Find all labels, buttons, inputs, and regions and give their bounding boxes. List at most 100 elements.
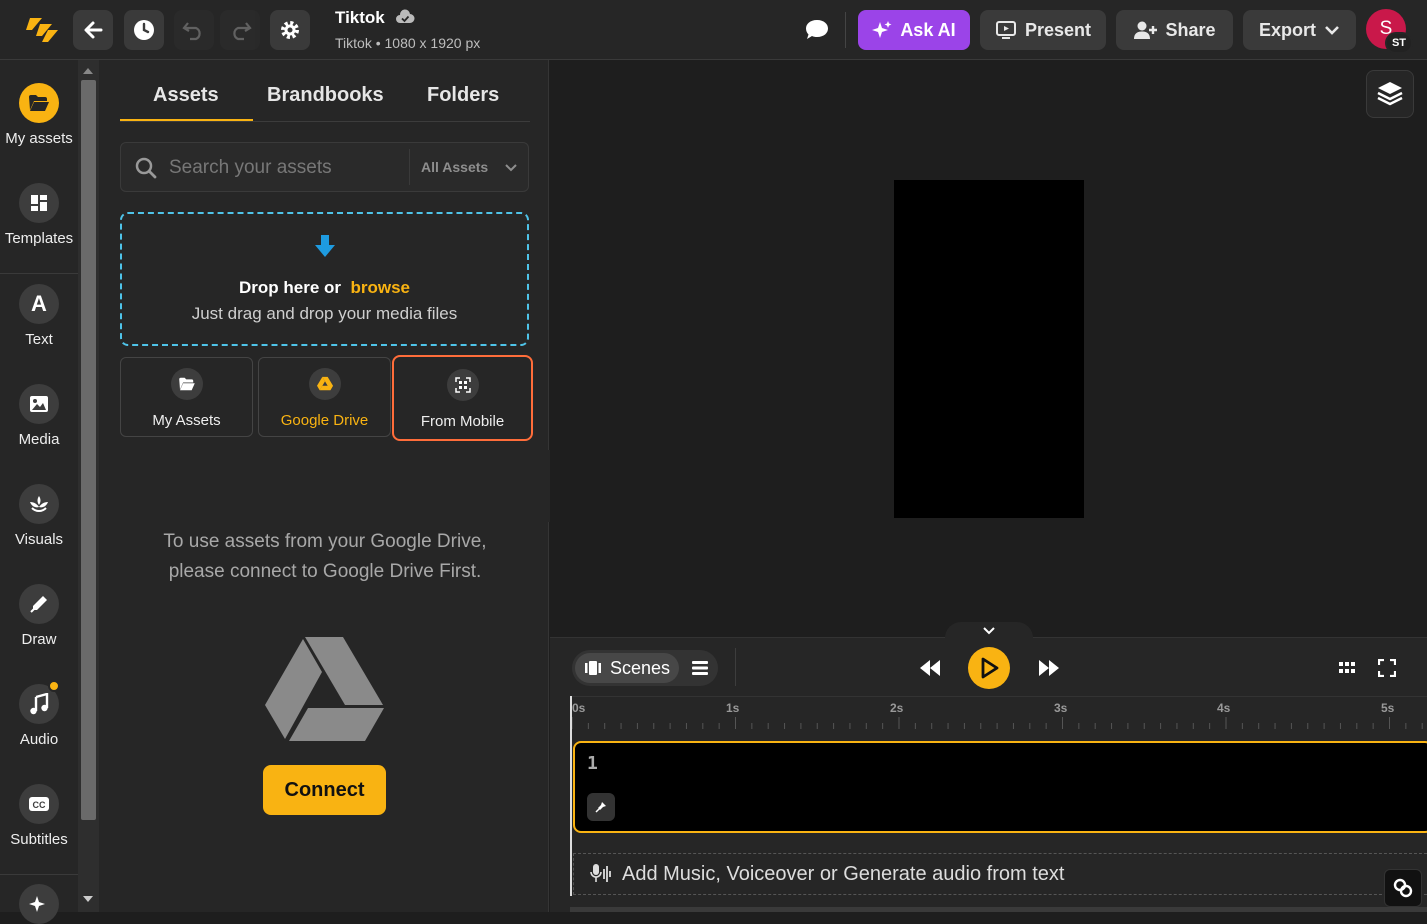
undo-icon	[182, 22, 201, 41]
share-button[interactable]: Share	[1116, 10, 1233, 50]
dropzone-title: Drop here or browse	[122, 278, 527, 298]
play-button[interactable]	[968, 647, 1010, 689]
app-logo-icon[interactable]	[22, 14, 62, 48]
voiceover-icon	[590, 864, 611, 882]
browse-link[interactable]: browse	[350, 278, 410, 297]
search-input[interactable]	[169, 155, 399, 181]
add-audio-row[interactable]: Add Music, Voiceover or Generate audio f…	[573, 853, 1427, 895]
google-drive-source-button[interactable]: Google Drive	[258, 357, 391, 437]
scroll-up-icon[interactable]	[83, 68, 93, 74]
ask-ai-button[interactable]: Ask AI	[858, 10, 970, 50]
scenes-button[interactable]: Scenes	[575, 653, 679, 683]
tab-brandbooks[interactable]: Brandbooks	[267, 84, 384, 107]
visuals-icon	[19, 484, 59, 524]
list-view-icon[interactable]	[691, 660, 709, 676]
rail-divider	[0, 273, 78, 274]
chevron-down-icon	[1325, 26, 1339, 35]
search-divider	[409, 149, 410, 185]
rail-item-media[interactable]: Media	[0, 384, 78, 448]
history-button[interactable]	[124, 10, 164, 50]
export-button[interactable]: Export	[1243, 10, 1356, 50]
redo-button[interactable]	[220, 10, 260, 50]
sparkle-icon	[872, 21, 892, 38]
add-audio-label: Add Music, Voiceover or Generate audio f…	[622, 862, 1065, 885]
scenes-icon	[584, 661, 601, 675]
ruler-ticks	[571, 717, 1423, 729]
scene-pin-button[interactable]	[587, 793, 615, 821]
source-label: Google Drive	[280, 412, 369, 429]
source-label: From Mobile	[420, 413, 505, 430]
upload-dropzone[interactable]: Drop here or browse Just drag and drop y…	[120, 212, 529, 346]
redo-icon	[233, 22, 252, 41]
rail-item-more[interactable]	[0, 884, 78, 924]
tool-rail: My assets Templates A Text Media Visuals…	[0, 60, 78, 924]
connect-google-drive-button[interactable]: Connect	[263, 765, 386, 815]
rail-item-text[interactable]: A Text	[0, 284, 78, 348]
document-title[interactable]: Tiktok	[335, 8, 385, 28]
tab-assets[interactable]: Assets	[153, 84, 219, 107]
rail-item-my-assets[interactable]: My assets	[0, 83, 78, 147]
video-frame[interactable]	[894, 180, 1084, 518]
timeline-toggle[interactable]	[945, 622, 1033, 640]
cloud-saved-icon	[396, 9, 415, 23]
asset-search: All Assets	[120, 142, 529, 192]
scene-track[interactable]: 1	[573, 741, 1427, 833]
settings-button[interactable]	[270, 10, 310, 50]
time-ruler[interactable]: 0s 1s 2s 3s 4s 5s	[570, 696, 1427, 730]
rail-item-templates[interactable]: Templates	[0, 183, 78, 247]
document-size: Tiktok • 1080 x 1920 px	[335, 35, 481, 51]
layers-button[interactable]	[1366, 70, 1414, 118]
scroll-down-icon[interactable]	[83, 896, 93, 902]
grid-view-icon[interactable]	[1338, 661, 1356, 675]
fast-forward-icon[interactable]	[1037, 658, 1061, 678]
tick-label: 1s	[726, 701, 740, 715]
rail-item-draw[interactable]: Draw	[0, 584, 78, 648]
rail-label: Subtitles	[10, 831, 68, 848]
rail-item-visuals[interactable]: Visuals	[0, 484, 78, 548]
audio-notification-dot	[48, 680, 60, 692]
rail-label: Text	[25, 331, 53, 348]
share-label: Share	[1165, 19, 1216, 40]
ask-ai-label: Ask AI	[900, 19, 956, 40]
tick-label: 2s	[890, 701, 904, 715]
top-bar: Tiktok Tiktok • 1080 x 1920 px Ask AI Pr…	[0, 0, 1427, 60]
source-label: My Assets	[152, 412, 221, 429]
asset-filter-select[interactable]: All Assets	[421, 159, 488, 175]
drop-title-text: Drop here or	[238, 278, 342, 297]
rail-divider	[0, 874, 78, 875]
scenes-label: Scenes	[609, 657, 671, 678]
export-label: Export	[1258, 19, 1316, 40]
present-button[interactable]: Present	[980, 10, 1106, 50]
clock-icon	[134, 20, 154, 40]
playhead[interactable]	[570, 696, 572, 896]
back-button[interactable]	[73, 10, 113, 50]
tab-folders[interactable]: Folders	[427, 84, 499, 107]
rail-label: My assets	[5, 130, 73, 147]
rail-item-audio[interactable]: Audio	[0, 680, 78, 748]
tick-label: 4s	[1217, 701, 1231, 715]
rail-scroll-thumb[interactable]	[81, 80, 96, 820]
rail-label: Media	[18, 431, 60, 448]
rewind-icon[interactable]	[918, 658, 942, 678]
scenes-view-toggle: Scenes	[572, 650, 718, 686]
fullscreen-icon[interactable]	[1378, 659, 1396, 677]
rail-item-subtitles[interactable]: CC Subtitles	[0, 784, 78, 848]
tick-label: 0s	[572, 701, 586, 715]
undo-button[interactable]	[174, 10, 214, 50]
chevron-down-icon[interactable]	[505, 164, 517, 172]
pen-icon	[19, 584, 59, 624]
dropzone-subtitle: Just drag and drop your media files	[191, 304, 458, 323]
google-drive-logo-icon	[265, 637, 384, 741]
team-badge[interactable]: ST	[1385, 32, 1413, 54]
image-icon	[19, 384, 59, 424]
link-button[interactable]	[1384, 869, 1422, 907]
comment-icon[interactable]	[804, 18, 830, 42]
from-mobile-source-button[interactable]: From Mobile	[392, 355, 533, 441]
present-icon	[995, 21, 1016, 39]
timeline-scrollbar[interactable]	[570, 907, 1427, 912]
svg-text:CC: CC	[33, 800, 46, 810]
my-assets-source-button[interactable]: My Assets	[120, 357, 253, 437]
scene-number: 1	[587, 753, 598, 774]
arrow-left-icon	[84, 21, 103, 39]
google-drive-info: To use assets from your Google Drive, pl…	[163, 531, 487, 582]
